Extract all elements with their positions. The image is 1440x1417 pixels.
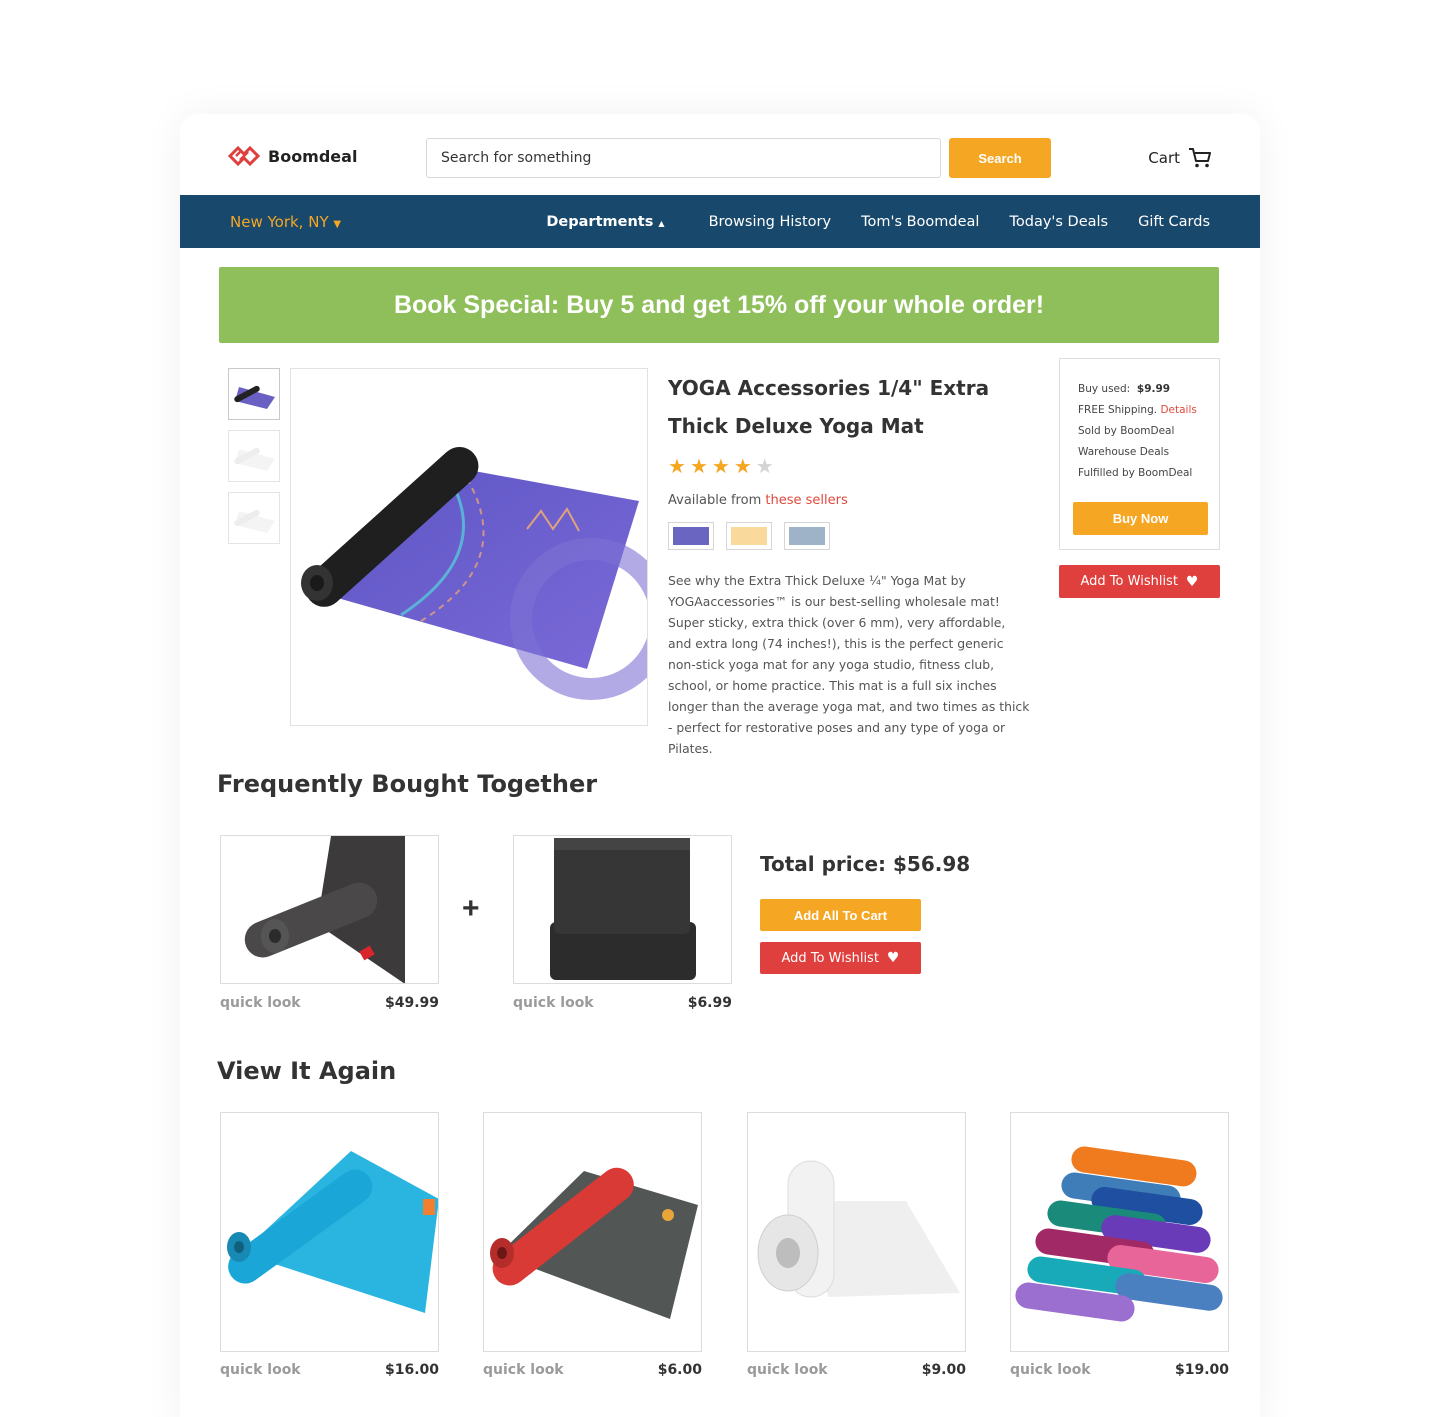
product-price: $19.00: [1174, 1362, 1229, 1378]
product-price: $49.99: [384, 995, 439, 1011]
add-to-wishlist-button[interactable]: Add To Wishlist ♥: [1059, 565, 1220, 598]
product-thumbnail[interactable]: [228, 368, 280, 420]
fbt-product-meta: quick look $6.99: [513, 995, 732, 1011]
quick-look-link[interactable]: quick look: [483, 1362, 564, 1378]
cart-label: Cart: [1148, 149, 1180, 167]
view-again-meta: quick look $9.00: [747, 1362, 966, 1378]
promo-banner[interactable]: Book Special: Buy 5 and get 15% off your…: [219, 267, 1219, 343]
caret-up-icon: ▲: [658, 218, 665, 228]
shipping-details-link[interactable]: Details: [1160, 404, 1196, 416]
view-again-meta: quick look $16.00: [220, 1362, 439, 1378]
brand-name: Boomdeal: [268, 146, 358, 166]
heart-icon: ♥: [1185, 573, 1199, 590]
quick-look-link[interactable]: quick look: [747, 1362, 828, 1378]
buy-used-price: $9.99: [1136, 383, 1171, 395]
total-price: Total price: $56.98: [760, 852, 971, 876]
sold-by-text: Sold by BoomDeal: [1078, 425, 1175, 437]
sellers-link[interactable]: these sellers: [765, 493, 847, 508]
product-price: $6.00: [657, 1362, 702, 1378]
product-main-image[interactable]: [290, 368, 672, 726]
shipping-text: FREE Shipping.: [1078, 404, 1158, 416]
availability-text: Available from these sellers: [668, 493, 848, 508]
red-grey-yoga-mat-image: [490, 1167, 698, 1319]
quick-look-link[interactable]: quick look: [220, 995, 301, 1011]
product-price: $9.00: [921, 1362, 966, 1378]
fulfilled-text: Fulfilled by BoomDeal: [1078, 467, 1193, 479]
product-price: $16.00: [384, 1362, 439, 1378]
product-price: $6.99: [687, 995, 732, 1011]
buy-used-label: Buy used:: [1078, 383, 1131, 395]
yoga-blocks-image: [550, 838, 696, 980]
availability-prefix: Available from: [668, 493, 762, 508]
fbt-product-card[interactable]: [513, 835, 732, 984]
white-mat-thumb-image: [234, 447, 275, 471]
star-empty-icon: ★: [755, 456, 774, 478]
star-icon: ★: [689, 456, 708, 478]
white-mat-thumb-image: [234, 509, 275, 533]
dark-yoga-mat-image: [244, 836, 405, 983]
wishlist-label: Add To Wishlist: [781, 950, 879, 966]
main-nav: New York, NY ▼ Departments ▲ Browsing Hi…: [180, 195, 1260, 248]
star-icon: ★: [711, 456, 730, 478]
buy-now-button[interactable]: Buy Now: [1073, 502, 1208, 535]
search-input[interactable]: Search for something: [426, 138, 941, 178]
view-again-meta: quick look $19.00: [1010, 1362, 1229, 1378]
nav-todays-deals[interactable]: Today's Deals: [1009, 214, 1108, 230]
warehouse-text: Warehouse Deals: [1078, 446, 1170, 458]
fbt-product-card[interactable]: [220, 835, 439, 984]
cart-icon: [1189, 148, 1211, 168]
quick-look-link[interactable]: quick look: [513, 995, 594, 1011]
star-icon: ★: [733, 456, 752, 478]
quick-look-link[interactable]: quick look: [1010, 1362, 1091, 1378]
blue-yoga-mat-image: [227, 1151, 438, 1313]
yoga-mat-thumb-image: [234, 385, 275, 409]
fbt-product-meta: quick look $49.99: [220, 995, 439, 1011]
color-swatch-blue-grey[interactable]: [784, 522, 830, 550]
product-description: See why the Extra Thick Deluxe ¼" Yoga M…: [668, 573, 1030, 756]
search-button[interactable]: Search: [949, 138, 1051, 178]
location-label: New York, NY: [230, 212, 329, 231]
cart-button[interactable]: Cart: [1148, 147, 1212, 169]
product-thumbnail[interactable]: [228, 430, 280, 482]
page-card: Boomdeal Search for something Search Car…: [180, 114, 1260, 1417]
color-swatch-peach[interactable]: [726, 522, 772, 550]
view-again-card[interactable]: [747, 1112, 966, 1352]
product-title: YOGA Accessories 1/4" Extra Thick Deluxe…: [668, 376, 990, 438]
view-again-card[interactable]: [483, 1112, 702, 1352]
nav-toms-boomdeal[interactable]: Tom's Boomdeal: [861, 214, 979, 230]
fbt-add-to-wishlist-button[interactable]: Add To Wishlist ♥: [760, 942, 921, 974]
nav-departments-label: Departments: [546, 213, 654, 230]
frequently-bought-title: Frequently Bought Together: [217, 770, 598, 798]
white-yoga-mat-image: [757, 1160, 960, 1298]
view-again-title: View It Again: [217, 1057, 397, 1085]
view-again-meta: quick look $6.00: [483, 1362, 702, 1378]
chevron-down-icon: ▼: [333, 218, 342, 230]
location-selector[interactable]: New York, NY ▼: [230, 213, 341, 231]
view-again-card[interactable]: [220, 1112, 439, 1352]
stacked-yoga-mats-image: [1015, 1146, 1223, 1322]
wishlist-label: Add To Wishlist: [1080, 574, 1178, 589]
boomdeal-logo-icon: [228, 145, 260, 167]
nav-departments[interactable]: Departments ▲: [546, 214, 664, 230]
rating-stars: ★ ★ ★ ★ ★: [668, 454, 774, 479]
star-icon: ★: [668, 456, 686, 478]
color-swatch-purple[interactable]: [668, 522, 714, 550]
purple-yoga-mat-image: [301, 447, 672, 700]
add-all-to-cart-button[interactable]: Add All To Cart: [760, 899, 921, 931]
brand-logo[interactable]: Boomdeal: [228, 144, 357, 168]
plus-icon: +: [462, 892, 480, 925]
view-again-card[interactable]: [1010, 1112, 1229, 1352]
color-swatches: [668, 522, 830, 550]
nav-gift-cards[interactable]: Gift Cards: [1138, 214, 1210, 230]
heart-icon: ♥: [886, 950, 900, 966]
nav-browsing-history[interactable]: Browsing History: [709, 214, 832, 230]
product-thumbnail[interactable]: [228, 492, 280, 544]
quick-look-link[interactable]: quick look: [220, 1362, 301, 1378]
